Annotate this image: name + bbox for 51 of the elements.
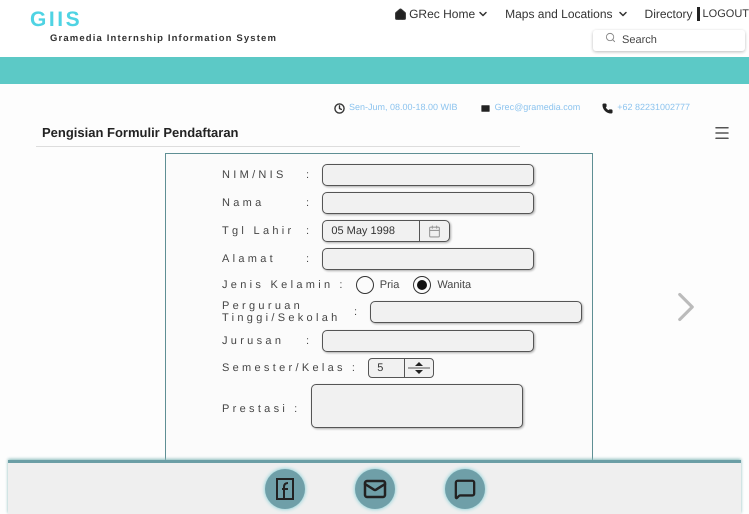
text-field[interactable] xyxy=(322,164,534,186)
menu-icon[interactable] xyxy=(713,124,731,142)
spinner-value: 5 xyxy=(369,359,406,377)
nav-link[interactable]: Maps and Locations xyxy=(505,5,629,23)
page-title: Pengisian Formulir Pendaftaran xyxy=(42,124,238,142)
chat-icon xyxy=(454,478,476,500)
field-label: Semester/Kelas xyxy=(222,360,346,376)
spinner-arrows-icon[interactable] xyxy=(408,360,430,376)
number-spinner[interactable]: 5 xyxy=(368,358,434,378)
logout-link[interactable]: LOGOUT xyxy=(696,7,749,21)
contact-text: Sen-Jum, 08.00-18.00 WIB xyxy=(349,101,458,114)
social-button[interactable] xyxy=(354,469,394,509)
field-label: Perguruan Tinggi/Sekolah xyxy=(222,300,342,324)
text-area[interactable] xyxy=(310,384,522,428)
field-separator: : xyxy=(354,304,360,320)
text-field[interactable] xyxy=(322,330,534,352)
field-label: Tgl Lahir xyxy=(222,224,296,239)
clock-icon xyxy=(334,102,345,114)
field-separator: : xyxy=(306,334,312,349)
field-label: Alamat xyxy=(222,252,278,267)
social-button[interactable] xyxy=(444,469,484,509)
radio-option[interactable]: Wanita xyxy=(413,276,472,294)
field-label: NIM/NIS xyxy=(222,168,288,183)
field-separator: : xyxy=(339,278,346,293)
date-value: 05 May 1998 xyxy=(323,221,420,241)
field-label: Nama xyxy=(222,196,266,211)
home-icon xyxy=(394,8,408,20)
nav-link[interactable]: GRec Home xyxy=(394,5,490,23)
text-field[interactable] xyxy=(370,301,582,323)
nav-link[interactable]: Directory xyxy=(644,5,693,23)
social-button[interactable] xyxy=(264,469,304,509)
field-separator: : xyxy=(306,224,312,239)
contact-text: Grec@gramedia.com xyxy=(494,101,580,114)
field-separator: : xyxy=(306,168,312,183)
text-field[interactable] xyxy=(322,192,534,214)
site-subtitle: Gramedia Internship Information System xyxy=(50,32,278,46)
phone-icon xyxy=(602,102,614,114)
text-field[interactable] xyxy=(322,248,534,270)
field-label: Jurusan xyxy=(222,334,286,349)
field-separator: : xyxy=(306,196,312,211)
field-label: Prestasi xyxy=(222,402,288,416)
search-field[interactable]: Search xyxy=(593,30,745,50)
field-separator: : xyxy=(294,402,300,416)
radio-option[interactable]: Pria xyxy=(356,276,400,294)
field-separator: : xyxy=(306,252,312,267)
field-label: Jenis Kelamin xyxy=(222,278,334,293)
search-icon xyxy=(605,32,616,43)
facebook-icon xyxy=(274,477,294,501)
field-separator: : xyxy=(352,360,358,376)
date-field[interactable]: 05 May 1998 xyxy=(322,220,450,242)
contact-text: +62 82231002777 xyxy=(617,101,690,114)
